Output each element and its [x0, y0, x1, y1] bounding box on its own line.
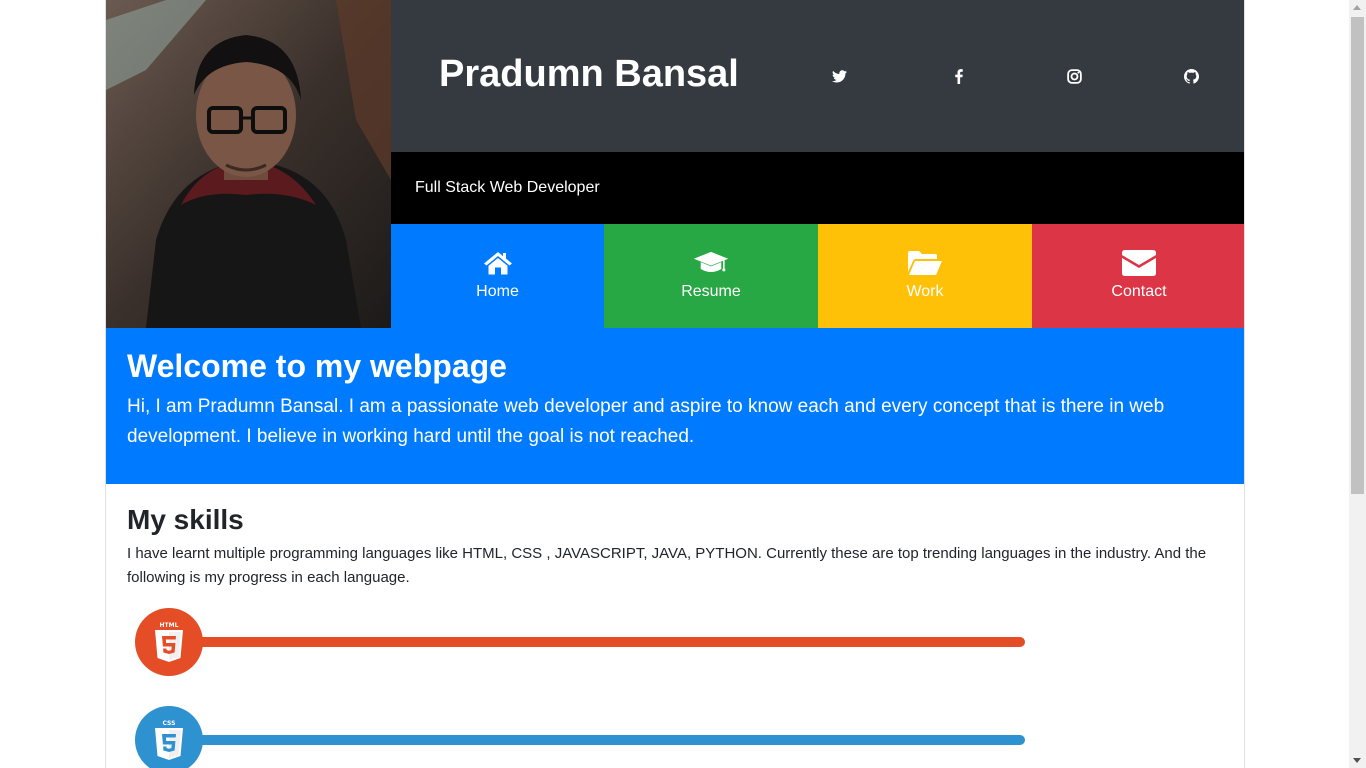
skills-title: My skills	[127, 504, 244, 535]
css3-icon: CSS	[135, 706, 203, 768]
scrollbar-thumb[interactable]	[1351, 17, 1364, 494]
site-header: Pradumn Bansal Full Stack Web Developer …	[106, 0, 1244, 328]
html5-icon: HTML	[135, 608, 203, 676]
nav-work[interactable]: Work	[818, 224, 1032, 328]
nav-home-label: Home	[476, 283, 519, 300]
welcome-section: Welcome to my webpage Hi, I am Pradumn B…	[106, 328, 1244, 484]
welcome-title: Welcome to my webpage	[127, 348, 507, 384]
envelope-icon	[1121, 248, 1157, 278]
profile-photo	[106, 0, 391, 328]
skill-progress-track	[169, 637, 1025, 647]
instagram-icon[interactable]	[1064, 66, 1084, 86]
graduation-cap-icon	[693, 248, 729, 278]
tagline-bar: Full Stack Web Developer	[391, 152, 1244, 224]
skill-progress-track	[169, 735, 1025, 745]
main-nav: Home Resume Work Contact	[391, 224, 1244, 328]
folder-open-icon	[907, 248, 943, 278]
skill-progress-fill	[169, 735, 1025, 745]
name-bar: Pradumn Bansal	[391, 0, 1244, 152]
scroll-up-arrow-icon[interactable]	[1353, 5, 1361, 10]
page-container: Pradumn Bansal Full Stack Web Developer …	[105, 0, 1245, 768]
twitter-icon[interactable]	[829, 66, 849, 86]
nav-work-label: Work	[906, 283, 944, 300]
skill-progress-fill	[169, 637, 1025, 647]
scroll-down-arrow-icon[interactable]	[1353, 758, 1361, 763]
nav-contact-label: Contact	[1111, 283, 1167, 300]
site-owner-name: Pradumn Bansal	[439, 53, 739, 95]
home-icon	[480, 248, 516, 278]
tagline: Full Stack Web Developer	[415, 179, 600, 196]
nav-home[interactable]: Home	[391, 224, 604, 328]
nav-resume[interactable]: Resume	[604, 224, 818, 328]
skills-section: My skills I have learnt multiple program…	[106, 484, 1244, 768]
nav-resume-label: Resume	[681, 283, 741, 300]
css3-badge-text: CSS	[163, 720, 176, 727]
facebook-icon[interactable]	[949, 66, 969, 86]
skill-row-css: CSS	[135, 706, 1025, 768]
profile-photo-image	[106, 0, 391, 328]
nav-contact[interactable]: Contact	[1032, 224, 1244, 328]
skill-row-html: HTML	[135, 608, 1025, 676]
skills-text: I have learnt multiple programming langu…	[127, 545, 1207, 586]
page-scrollbar[interactable]	[1349, 0, 1366, 768]
html5-badge-text: HTML	[160, 622, 179, 629]
welcome-text: Hi, I am Pradumn Bansal. I am a passiona…	[127, 396, 1165, 447]
github-icon[interactable]	[1181, 66, 1201, 86]
